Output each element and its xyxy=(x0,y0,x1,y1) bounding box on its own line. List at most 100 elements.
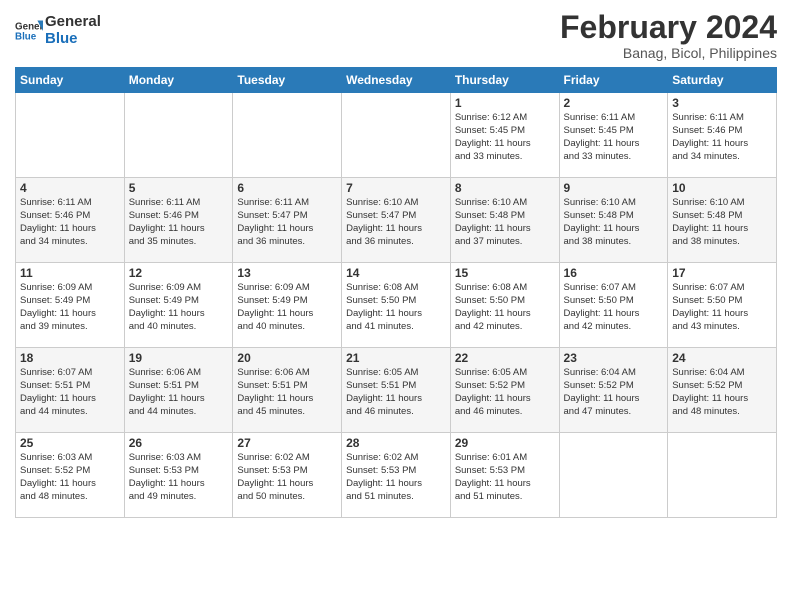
day-info: Sunrise: 6:08 AMSunset: 5:50 PMDaylight:… xyxy=(455,282,555,333)
calendar-cell xyxy=(16,93,125,178)
calendar-cell: 14Sunrise: 6:08 AMSunset: 5:50 PMDayligh… xyxy=(342,263,451,348)
calendar-cell: 1Sunrise: 6:12 AMSunset: 5:45 PMDaylight… xyxy=(450,93,559,178)
day-number: 15 xyxy=(455,266,555,280)
calendar-cell: 26 Sunrise: 6:03 AMSunset: 5:53 PMDayligh… xyxy=(124,433,233,518)
day-info: Sunrise: 6:11 AMSunset: 5:45 PMDaylight:… xyxy=(564,112,664,163)
day-number: 9 xyxy=(564,181,664,195)
calendar-header: Sunday Monday Tuesday Wednesday Thursday… xyxy=(16,68,777,93)
day-info: Sunrise: 6:10 AMSunset: 5:47 PMDaylight:… xyxy=(346,197,446,248)
day-number: 13 xyxy=(237,266,337,280)
day-info: Sunrise: 6:12 AMSunset: 5:45 PMDaylight:… xyxy=(455,112,555,163)
day-number: 25 xyxy=(20,436,120,450)
calendar-cell: 9 Sunrise: 6:10 AMSunset: 5:48 PMDaylight… xyxy=(559,178,668,263)
day-info: Sunrise: 6:02 AMSunset: 5:53 PMDaylight:… xyxy=(237,452,337,503)
logo: General Blue General Blue xyxy=(15,14,101,47)
day-number: 7 xyxy=(346,181,446,195)
day-number: 10 xyxy=(672,181,772,195)
day-info: Sunrise: 6:11 AMSunset: 5:46 PMDaylight:… xyxy=(20,197,120,248)
day-number: 29 xyxy=(455,436,555,450)
day-info: Sunrise: 6:06 AMSunset: 5:51 PMDaylight:… xyxy=(129,367,229,418)
calendar-cell: 15 Sunrise: 6:08 AMSunset: 5:50 PMDayligh… xyxy=(450,263,559,348)
svg-text:Blue: Blue xyxy=(15,31,37,42)
day-info: Sunrise: 6:10 AMSunset: 5:48 PMDaylight:… xyxy=(455,197,555,248)
day-number: 27 xyxy=(237,436,337,450)
calendar-cell: 10 Sunrise: 6:10 AMSunset: 5:48 PMDayligh… xyxy=(668,178,777,263)
calendar-cell: 18 Sunrise: 6:07 AMSunset: 5:51 PMDayligh… xyxy=(16,348,125,433)
day-info: Sunrise: 6:05 AMSunset: 5:52 PMDaylight:… xyxy=(455,367,555,418)
calendar-cell: 13 Sunrise: 6:09 AMSunset: 5:49 PMDayligh… xyxy=(233,263,342,348)
day-info: Sunrise: 6:07 AMSunset: 5:51 PMDaylight:… xyxy=(20,367,120,418)
day-info: Sunrise: 6:02 AMSunset: 5:53 PMDaylight:… xyxy=(346,452,446,503)
day-number: 18 xyxy=(20,351,120,365)
day-info: Sunrise: 6:09 AMSunset: 5:49 PMDaylight:… xyxy=(237,282,337,333)
calendar-week-3: 11 Sunrise: 6:09 AMSunset: 5:49 PMDayligh… xyxy=(16,263,777,348)
day-info: Sunrise: 6:10 AMSunset: 5:48 PMDaylight:… xyxy=(564,197,664,248)
day-info: Sunrise: 6:04 AMSunset: 5:52 PMDaylight:… xyxy=(672,367,772,418)
calendar-cell: 23Sunrise: 6:04 AMSunset: 5:52 PMDayligh… xyxy=(559,348,668,433)
day-info: Sunrise: 6:11 AMSunset: 5:46 PMDaylight:… xyxy=(129,197,229,248)
calendar-cell: 4 Sunrise: 6:11 AMSunset: 5:46 PMDaylight… xyxy=(16,178,125,263)
page-subtitle: Banag, Bicol, Philippines xyxy=(560,45,777,61)
calendar-week-1: 1Sunrise: 6:12 AMSunset: 5:45 PMDaylight… xyxy=(16,93,777,178)
header-thursday: Thursday xyxy=(450,68,559,93)
day-number: 16 xyxy=(564,266,664,280)
calendar-cell: 21 Sunrise: 6:05 AMSunset: 5:51 PMDayligh… xyxy=(342,348,451,433)
day-number: 2 xyxy=(564,96,664,110)
calendar-cell: 29 Sunrise: 6:01 AMSunset: 5:53 PMDayligh… xyxy=(450,433,559,518)
day-info: Sunrise: 6:06 AMSunset: 5:51 PMDaylight:… xyxy=(237,367,337,418)
day-info: Sunrise: 6:09 AMSunset: 5:49 PMDaylight:… xyxy=(20,282,120,333)
calendar-cell: 5 Sunrise: 6:11 AMSunset: 5:46 PMDaylight… xyxy=(124,178,233,263)
day-number: 26 xyxy=(129,436,229,450)
day-number: 8 xyxy=(455,181,555,195)
calendar-table: Sunday Monday Tuesday Wednesday Thursday… xyxy=(15,67,777,518)
calendar-week-2: 4 Sunrise: 6:11 AMSunset: 5:46 PMDaylight… xyxy=(16,178,777,263)
day-number: 4 xyxy=(20,181,120,195)
calendar-cell xyxy=(342,93,451,178)
day-info: Sunrise: 6:10 AMSunset: 5:48 PMDaylight:… xyxy=(672,197,772,248)
day-number: 21 xyxy=(346,351,446,365)
calendar-cell: 12Sunrise: 6:09 AMSunset: 5:49 PMDayligh… xyxy=(124,263,233,348)
day-number: 3 xyxy=(672,96,772,110)
day-info: Sunrise: 6:07 AMSunset: 5:50 PMDaylight:… xyxy=(672,282,772,333)
day-number: 5 xyxy=(129,181,229,195)
day-number: 6 xyxy=(237,181,337,195)
day-info: Sunrise: 6:08 AMSunset: 5:50 PMDaylight:… xyxy=(346,282,446,333)
day-number: 20 xyxy=(237,351,337,365)
day-info: Sunrise: 6:01 AMSunset: 5:53 PMDaylight:… xyxy=(455,452,555,503)
calendar-cell: 17 Sunrise: 6:07 AMSunset: 5:50 PMDayligh… xyxy=(668,263,777,348)
header-tuesday: Tuesday xyxy=(233,68,342,93)
title-block: February 2024 Banag, Bicol, Philippines xyxy=(560,10,777,61)
calendar-cell: 11 Sunrise: 6:09 AMSunset: 5:49 PMDayligh… xyxy=(16,263,125,348)
calendar-cell: 25Sunrise: 6:03 AMSunset: 5:52 PMDayligh… xyxy=(16,433,125,518)
day-info: Sunrise: 6:07 AMSunset: 5:50 PMDaylight:… xyxy=(564,282,664,333)
days-of-week-row: Sunday Monday Tuesday Wednesday Thursday… xyxy=(16,68,777,93)
day-info: Sunrise: 6:03 AMSunset: 5:53 PMDaylight:… xyxy=(129,452,229,503)
calendar-cell: 6 Sunrise: 6:11 AMSunset: 5:47 PMDaylight… xyxy=(233,178,342,263)
day-number: 22 xyxy=(455,351,555,365)
calendar-cell xyxy=(233,93,342,178)
header: General Blue General Blue February 2024 … xyxy=(15,10,777,61)
logo-text: General Blue xyxy=(45,14,101,47)
day-info: Sunrise: 6:04 AMSunset: 5:52 PMDaylight:… xyxy=(564,367,664,418)
day-number: 17 xyxy=(672,266,772,280)
day-info: Sunrise: 6:11 AMSunset: 5:47 PMDaylight:… xyxy=(237,197,337,248)
calendar-week-4: 18 Sunrise: 6:07 AMSunset: 5:51 PMDayligh… xyxy=(16,348,777,433)
calendar-cell: 27 Sunrise: 6:02 AMSunset: 5:53 PMDayligh… xyxy=(233,433,342,518)
page-title: February 2024 xyxy=(560,10,777,45)
day-number: 28 xyxy=(346,436,446,450)
calendar-cell: 2 Sunrise: 6:11 AMSunset: 5:45 PMDaylight… xyxy=(559,93,668,178)
header-friday: Friday xyxy=(559,68,668,93)
logo-icon: General Blue xyxy=(15,17,43,45)
day-number: 12 xyxy=(129,266,229,280)
calendar-cell: 7 Sunrise: 6:10 AMSunset: 5:47 PMDaylight… xyxy=(342,178,451,263)
day-number: 24 xyxy=(672,351,772,365)
day-number: 11 xyxy=(20,266,120,280)
calendar-cell: 8 Sunrise: 6:10 AMSunset: 5:48 PMDaylight… xyxy=(450,178,559,263)
header-monday: Monday xyxy=(124,68,233,93)
calendar-cell: 24 Sunrise: 6:04 AMSunset: 5:52 PMDayligh… xyxy=(668,348,777,433)
calendar-cell xyxy=(559,433,668,518)
day-info: Sunrise: 6:05 AMSunset: 5:51 PMDaylight:… xyxy=(346,367,446,418)
calendar-cell: 16 Sunrise: 6:07 AMSunset: 5:50 PMDayligh… xyxy=(559,263,668,348)
day-info: Sunrise: 6:11 AMSunset: 5:46 PMDaylight:… xyxy=(672,112,772,163)
calendar-cell: 19Sunrise: 6:06 AMSunset: 5:51 PMDayligh… xyxy=(124,348,233,433)
